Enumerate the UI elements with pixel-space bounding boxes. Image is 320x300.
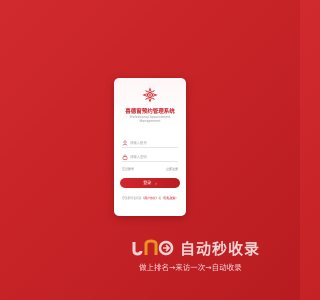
user-icon [122,140,128,146]
password-input[interactable] [130,153,178,161]
jn-logo-icon [132,239,174,256]
forgot-account-link[interactable]: 忘记账号 [122,167,134,171]
page-subtitle: Professional Appointment Management [114,115,186,123]
password-field [122,153,178,162]
watermark-subtitle: 做上排名→来访一次→自动收录 [139,263,242,272]
register-link[interactable]: 立即注册 [166,167,178,171]
links-row: 忘记账号 立即注册 [122,167,178,173]
username-input[interactable] [130,139,178,147]
subtitle-line-2: Management [139,119,161,124]
lock-icon [122,154,128,160]
ornament-icon [142,87,158,103]
login-button[interactable]: 登录 › [120,178,180,188]
watermark-title: 自动秒收录 [180,240,261,258]
chevron-right-icon: › [155,180,157,186]
privacy-policy-link[interactable]: 《隐私政策》 [161,196,178,200]
login-card: 喜德窗预约管理系统 Professional Appointment Manag… [114,78,186,216]
user-agreement-link[interactable]: 《用户协议》 [142,196,159,200]
page-title: 喜德窗预约管理系统 [125,109,175,115]
username-field [122,139,178,148]
watermark: 自动秒收录 做上排名→来访一次→自动收录 [130,236,290,276]
agreement-note: 登录即代表同意《用户协议》和《隐私政策》 [114,196,186,200]
agreement-prefix: 登录即代表同意 [122,196,142,200]
login-button-label: 登录 [143,180,152,185]
